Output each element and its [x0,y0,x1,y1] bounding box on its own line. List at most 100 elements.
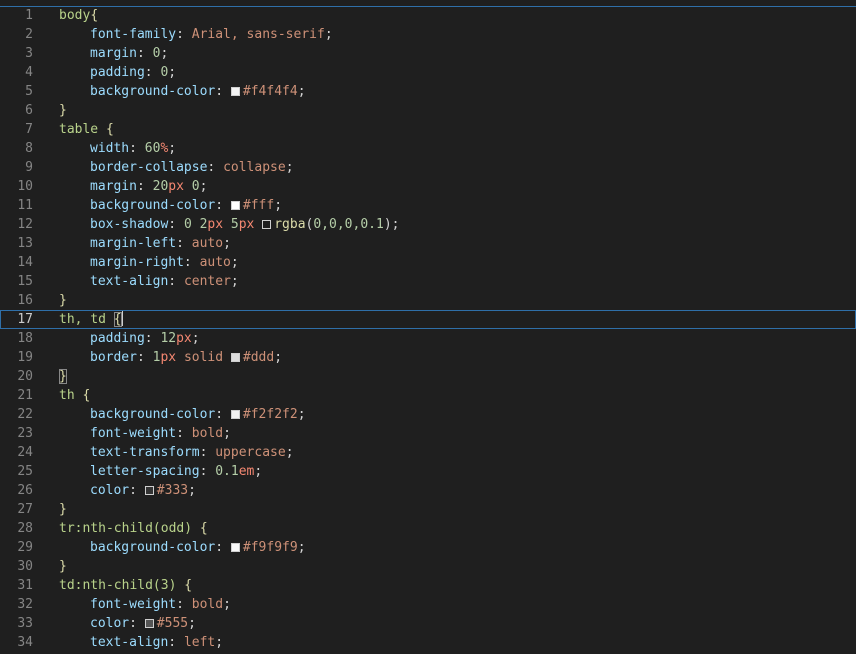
code-token: px [176,331,192,346]
code-token: tr:nth-child(odd) [59,521,200,536]
code-token: ; [230,255,239,270]
code-token: font-family [90,27,177,42]
code-token: background-color [90,540,216,555]
code-line[interactable]: 16} [0,291,856,310]
color-swatch-icon[interactable] [144,619,154,628]
code-line[interactable]: 33 color: #555; [0,614,856,633]
code-token: : [168,274,184,289]
code-line[interactable]: 25 letter-spacing: 0.1em; [0,462,856,481]
code-line[interactable]: 27} [0,500,856,519]
code-line[interactable]: 15 text-align: center; [0,272,856,291]
code-token: ; [285,445,294,460]
code-line[interactable]: 20} [0,367,856,386]
line-number: 29 [17,540,33,555]
code-token: 5 [230,217,239,232]
line-code: border: 1px solid #ddd; [59,348,282,367]
code-token: table [59,122,106,137]
color-swatch-icon[interactable] [230,201,240,210]
code-line[interactable]: 17 th, td { [0,310,856,329]
line-number: 34 [17,635,33,650]
code-token: } [59,369,67,384]
code-token: : [176,27,192,42]
code-line[interactable]: 9 border-collapse: collapse; [0,158,856,177]
code-line[interactable]: 18 padding: 12px; [0,329,856,348]
code-line[interactable]: 6} [0,101,856,120]
code-token: margin-left [90,236,177,251]
code-line[interactable]: 26 color: #333; [0,481,856,500]
code-line[interactable]: 24 text-transform: uppercase; [0,443,856,462]
code-line[interactable]: 31 td:nth-child(3) { [0,576,856,595]
code-line[interactable]: 10 margin: 20px 0; [0,177,856,196]
line-number: 27 [17,502,33,517]
code-token: 0.1 [215,464,239,479]
code-token: { [113,312,122,327]
code-token: : [176,236,192,251]
code-line[interactable]: 5 background-color: #f4f4f4; [0,82,856,101]
code-token: px [168,179,184,194]
code-token: px [160,350,177,365]
code-token: body [59,8,91,23]
code-token: ; [223,236,231,251]
code-token: { [199,521,208,536]
line-number: 18 [17,331,33,346]
code-token: #ddd [242,350,275,365]
editor-lines[interactable]: 1 body{2 font-family: Arial, sans-serif; 3 m… [0,6,856,652]
code-token: font-weight [90,426,177,441]
code-line[interactable]: 19 border: 1px solid #ddd; [0,348,856,367]
code-line[interactable]: 3 margin: 0; [0,44,856,63]
code-token: #f4f4f4 [242,84,298,99]
code-line[interactable]: 13 margin-left: auto; [0,234,856,253]
code-token: : [136,179,153,194]
code-token: ; [160,46,169,61]
code-token: color [90,483,130,498]
line-code: tr:nth-child(odd) { [59,519,208,538]
code-token: ; [297,540,306,555]
code-editor[interactable]: 1 body{2 font-family: Arial, sans-serif; 3 m… [0,0,856,654]
line-number: 8 [25,141,33,156]
code-line[interactable]: 22 background-color: #f2f2f2; [0,405,856,424]
code-token: : [199,464,216,479]
code-line[interactable]: 30} [0,557,856,576]
line-number: 33 [17,616,33,631]
line-code: font-family: Arial, sans-serif; [59,25,333,44]
code-token: : [215,540,231,555]
code-token: : [144,65,161,80]
code-token: solid [183,350,224,365]
color-swatch-icon[interactable] [230,353,240,362]
code-token: { [184,578,193,593]
code-line[interactable]: 4 padding: 0; [0,63,856,82]
code-token: text-transform [90,445,200,460]
code-line[interactable]: 29 background-color: #f9f9f9; [0,538,856,557]
code-token: px [207,217,224,232]
color-swatch-icon[interactable] [144,486,154,495]
code-line[interactable]: 1 body{ [0,6,856,25]
line-code: text-align: left; [59,633,223,652]
code-line[interactable]: 34 text-align: left; [0,633,856,652]
code-line[interactable]: 14 margin-right: auto; [0,253,856,272]
code-line[interactable]: 21 th { [0,386,856,405]
code-token: ; [274,198,283,213]
code-token: ; [199,179,208,194]
code-token: text-align [90,274,169,289]
code-line[interactable]: 28 tr:nth-child(odd) { [0,519,856,538]
color-swatch-icon[interactable] [230,410,240,419]
color-swatch-icon[interactable] [230,87,240,96]
color-swatch-icon[interactable] [230,543,240,552]
code-token: ; [168,141,177,156]
line-number: 3 [25,46,33,61]
code-token: padding [90,65,145,80]
code-line[interactable]: 8 width: 60%; [0,139,856,158]
line-code: margin: 20px 0; [59,177,207,196]
code-line[interactable]: 12 box-shadow: 0 2px 5px rgba(0,0,0,0.1); [0,215,856,234]
code-line[interactable]: 32 font-weight: bold; [0,595,856,614]
code-line[interactable]: 2 font-family: Arial, sans-serif; [0,25,856,44]
color-swatch-icon[interactable] [262,220,272,229]
code-token: ; [168,65,177,80]
code-token: : [136,46,153,61]
code-line[interactable]: 23 font-weight: bold; [0,424,856,443]
code-line[interactable]: 7 table { [0,120,856,139]
code-line[interactable]: 11 background-color: #fff; [0,196,856,215]
